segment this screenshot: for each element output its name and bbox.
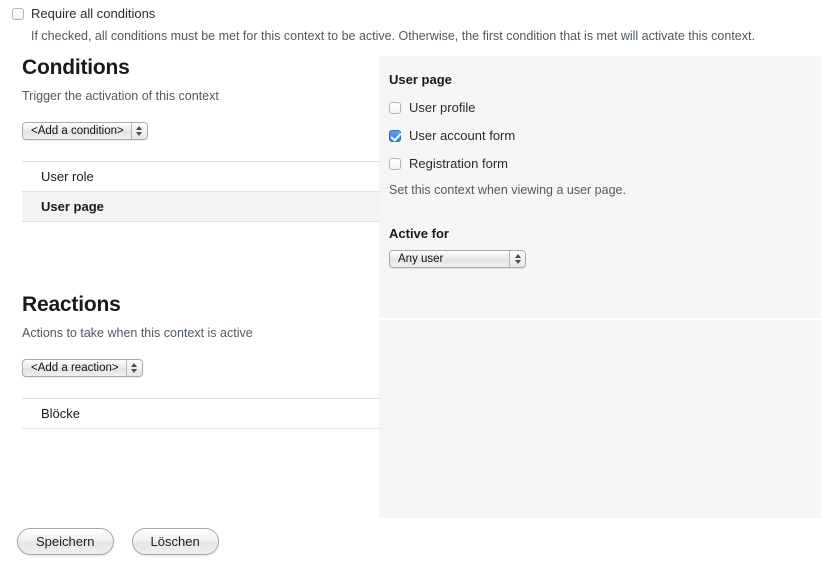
user-profile-checkbox[interactable] — [389, 102, 401, 114]
option-row-user-account-form[interactable]: User account form — [389, 128, 809, 143]
conditions-list: User role User page — [22, 161, 379, 222]
left-column: Conditions Trigger the activation of thi… — [0, 56, 379, 429]
add-condition-select-value: <Add a condition> — [31, 125, 124, 137]
detail-panel-title: User page — [389, 72, 452, 87]
chevron-updown-icon — [125, 360, 142, 376]
detail-panel: User page User profile User account form… — [389, 72, 809, 268]
chevron-updown-icon — [509, 251, 525, 267]
condition-list-item[interactable]: User page — [22, 192, 379, 222]
condition-list-item[interactable]: User role — [22, 162, 379, 192]
reaction-list-item-label: Blöcke — [41, 406, 81, 421]
user-account-form-checkbox[interactable] — [389, 130, 401, 142]
condition-list-item-label: User role — [41, 169, 94, 184]
chevron-updown-icon — [130, 123, 147, 139]
condition-list-item-label: User page — [41, 199, 104, 214]
add-condition-select[interactable]: <Add a condition> — [22, 122, 148, 140]
footer-button-bar: Speichern Löschen — [17, 528, 219, 555]
active-for-select-value: Any user — [398, 253, 444, 265]
delete-button[interactable]: Löschen — [131, 528, 219, 555]
reaction-list-item[interactable]: Blöcke — [22, 399, 379, 429]
user-account-form-label: User account form — [409, 128, 516, 143]
registration-form-checkbox[interactable] — [389, 158, 401, 170]
require-all-conditions-description: If checked, all conditions must be met f… — [31, 29, 755, 43]
reactions-list: Blöcke — [22, 398, 379, 429]
option-row-registration-form[interactable]: Registration form — [389, 156, 809, 171]
user-profile-label: User profile — [409, 100, 476, 115]
registration-form-label: Registration form — [409, 156, 508, 171]
add-reaction-select-value: <Add a reaction> — [31, 362, 119, 374]
conditions-subheading: Trigger the activation of this context — [22, 89, 219, 103]
require-all-conditions-checkbox[interactable] — [12, 8, 24, 20]
detail-panel-description: Set this context when viewing a user pag… — [389, 183, 626, 197]
require-all-conditions-label: Require all conditions — [31, 6, 156, 21]
add-reaction-select[interactable]: <Add a reaction> — [22, 359, 143, 377]
reaction-detail-panel-background — [379, 320, 821, 518]
active-for-select[interactable]: Any user — [389, 250, 526, 268]
reactions-subheading: Actions to take when this context is act… — [22, 326, 253, 340]
active-for-heading: Active for — [389, 226, 449, 241]
conditions-heading: Conditions — [22, 56, 130, 79]
require-all-conditions-row[interactable]: Require all conditions — [12, 7, 155, 21]
save-button[interactable]: Speichern — [17, 528, 114, 555]
reactions-heading: Reactions — [22, 293, 121, 316]
option-row-user-profile[interactable]: User profile — [389, 100, 809, 115]
